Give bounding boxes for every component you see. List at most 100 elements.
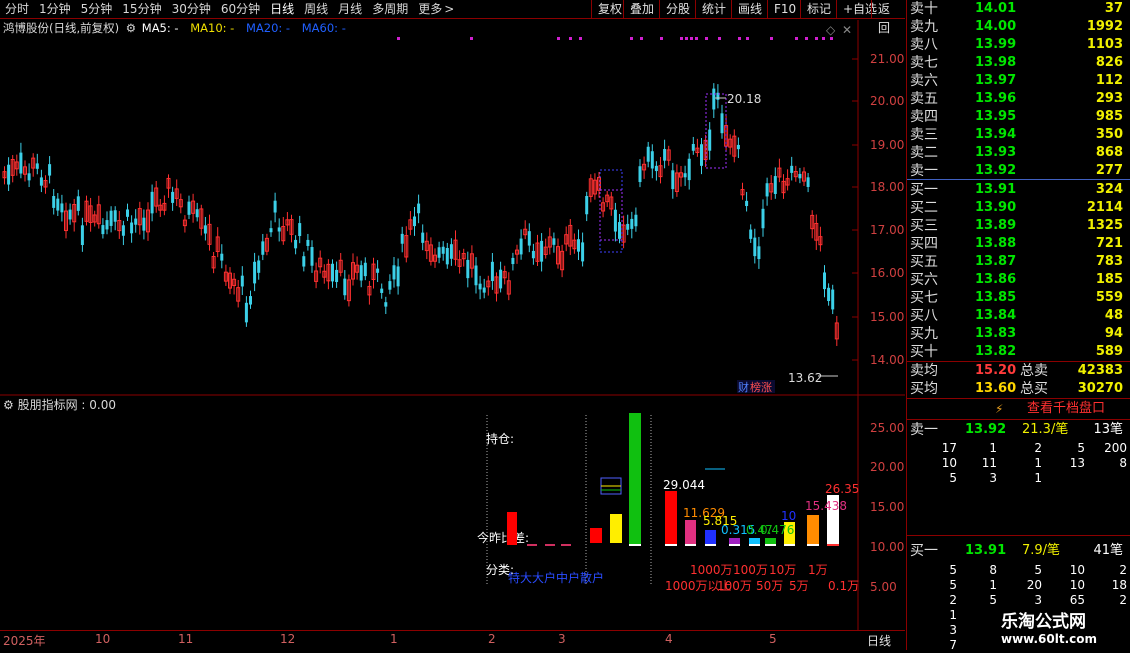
bid-row[interactable]: 买十 13.82 589 (907, 343, 1130, 361)
signal-dot (830, 37, 833, 40)
candle-body (273, 200, 277, 213)
bid-volume: 94 (1104, 326, 1123, 341)
thousand-level-button[interactable]: 查看千档盘口 (1027, 399, 1105, 419)
tab-multi-period[interactable]: 多周期 (367, 0, 413, 19)
tab-60min[interactable]: 60分钟 (216, 0, 265, 19)
ask-volume: 293 (1095, 91, 1123, 106)
candle-body (531, 250, 535, 259)
signal-dot (470, 37, 473, 40)
signal-dot (557, 37, 560, 40)
candle-body (700, 144, 703, 166)
settings-icon[interactable]: ⚙ (3, 398, 14, 412)
queue-cell: 17 (941, 441, 957, 455)
ask-row[interactable]: 卖四 13.95 985 (907, 108, 1130, 126)
thousand-level-bar[interactable]: ⚡ 查看千档盘口 (907, 399, 1130, 419)
statistics-button[interactable]: 统计 (695, 0, 732, 19)
candle-body (60, 203, 64, 213)
avg-buy-price: 13.60 (975, 381, 1017, 396)
candle-body (195, 209, 199, 218)
tab-5min[interactable]: 5分钟 (76, 0, 118, 19)
bid-row[interactable]: 买六 13.86 185 (907, 271, 1130, 289)
ask1-summary: 卖一 13.92 21.3/笔 13笔 (907, 421, 1130, 439)
bid-row[interactable]: 买三 13.89 1325 (907, 217, 1130, 235)
ask-price: 13.92 (975, 163, 1017, 178)
signal-dot (746, 37, 749, 40)
tab-weekly[interactable]: 周线 (299, 0, 333, 19)
candle-body (634, 214, 638, 227)
queue-cell: 1 (949, 608, 957, 622)
tab-15min[interactable]: 15分钟 (117, 0, 166, 19)
signal-dot (685, 37, 688, 40)
ask-row[interactable]: 卖八 13.99 1103 (907, 36, 1130, 54)
bid-volume: 721 (1095, 236, 1123, 251)
amt-1w: 1万 (808, 563, 828, 577)
candle-body (757, 246, 761, 260)
val-d: 15.438 (805, 499, 847, 513)
queue-cell: 2 (1034, 441, 1042, 455)
candle-body (392, 265, 396, 280)
ask-row[interactable]: 卖三 13.94 350 (907, 126, 1130, 144)
bid1-per: 7.9/笔 (1022, 543, 1061, 558)
bid-price: 13.91 (975, 182, 1017, 197)
bid-price: 13.87 (975, 254, 1017, 269)
candle-body (466, 259, 470, 279)
candle-body (240, 275, 244, 287)
indicator-tick-label: 20.00 (870, 460, 904, 474)
axis-period[interactable]: 日线 (867, 632, 891, 649)
val-b: 0.476 (760, 523, 794, 537)
queue-row: 5 3 1 (907, 471, 1130, 486)
queue-row: 5 8 5 10 2 (907, 563, 1130, 578)
candle-body (663, 148, 667, 161)
candle-body (331, 263, 334, 282)
tab-1min[interactable]: 1分钟 (34, 0, 76, 19)
f10-button[interactable]: F10 (767, 0, 802, 19)
period-toolbar: 分时 1分钟 5分钟 15分钟 30分钟 60分钟 日线 周线 月线 多周期 更… (0, 0, 905, 35)
ask-row[interactable]: 卖七 13.98 826 (907, 54, 1130, 72)
ask-row[interactable]: 卖二 13.93 868 (907, 144, 1130, 162)
tab-more[interactable]: 更多 > (413, 0, 459, 19)
bid-row[interactable]: 买五 13.87 783 (907, 253, 1130, 271)
ask-label: 卖九 (910, 19, 938, 35)
tab-daily[interactable]: 日线 (265, 0, 299, 19)
mark-button[interactable]: 标记 (800, 0, 837, 19)
ask-row[interactable]: 卖一 13.92 277 (907, 162, 1130, 180)
tab-fenshi[interactable]: 分时 (0, 0, 34, 19)
ask-row[interactable]: 卖九 14.00 1992 (907, 18, 1130, 36)
back-button[interactable]: 返回 (871, 0, 905, 35)
queue-row: 2 5 3 65 2 (907, 593, 1130, 608)
close-icon[interactable]: ✕ (842, 23, 852, 37)
candle-body (19, 152, 23, 174)
candle-body (343, 278, 347, 296)
badge-cai: 财 (738, 380, 749, 394)
tab-30min[interactable]: 30分钟 (167, 0, 216, 19)
candle-body (388, 281, 392, 290)
candle-body (499, 269, 503, 289)
candle-body (712, 88, 716, 110)
draw-line-button[interactable]: 画线 (731, 0, 768, 19)
candle-body (359, 265, 363, 281)
split-stock-button[interactable]: 分股 (659, 0, 696, 19)
diamond-icon[interactable]: ◇ (826, 23, 836, 37)
tab-monthly[interactable]: 月线 (333, 0, 367, 19)
bid-row[interactable]: 买二 13.90 2114 (907, 199, 1130, 217)
candle-body (220, 253, 224, 261)
bid-row[interactable]: 买七 13.85 559 (907, 289, 1130, 307)
ask-row[interactable]: 卖五 13.96 293 (907, 90, 1130, 108)
overlay-button[interactable]: 叠加 (623, 0, 660, 19)
bid-row[interactable]: 买四 13.88 721 (907, 235, 1130, 253)
avg-buy-label: 买均 (910, 381, 938, 397)
bid-row[interactable]: 买一 13.91 324 (907, 181, 1130, 199)
candle-body (474, 265, 478, 286)
ask-volume: 37 (1104, 1, 1123, 16)
ask-row[interactable]: 卖六 13.97 112 (907, 72, 1130, 90)
ask-row[interactable]: 卖十 14.01 37 (907, 0, 1130, 18)
bid-row[interactable]: 买九 13.83 94 (907, 325, 1130, 343)
queue-cell: 3 (949, 623, 957, 637)
candle-body (638, 166, 642, 183)
candle-body (310, 247, 314, 266)
queue-cell: 200 (1104, 441, 1127, 455)
signal-dot (680, 37, 683, 40)
bid-volume: 559 (1095, 290, 1123, 305)
bid-row[interactable]: 买八 13.84 48 (907, 307, 1130, 325)
bid-price: 13.89 (975, 218, 1017, 233)
